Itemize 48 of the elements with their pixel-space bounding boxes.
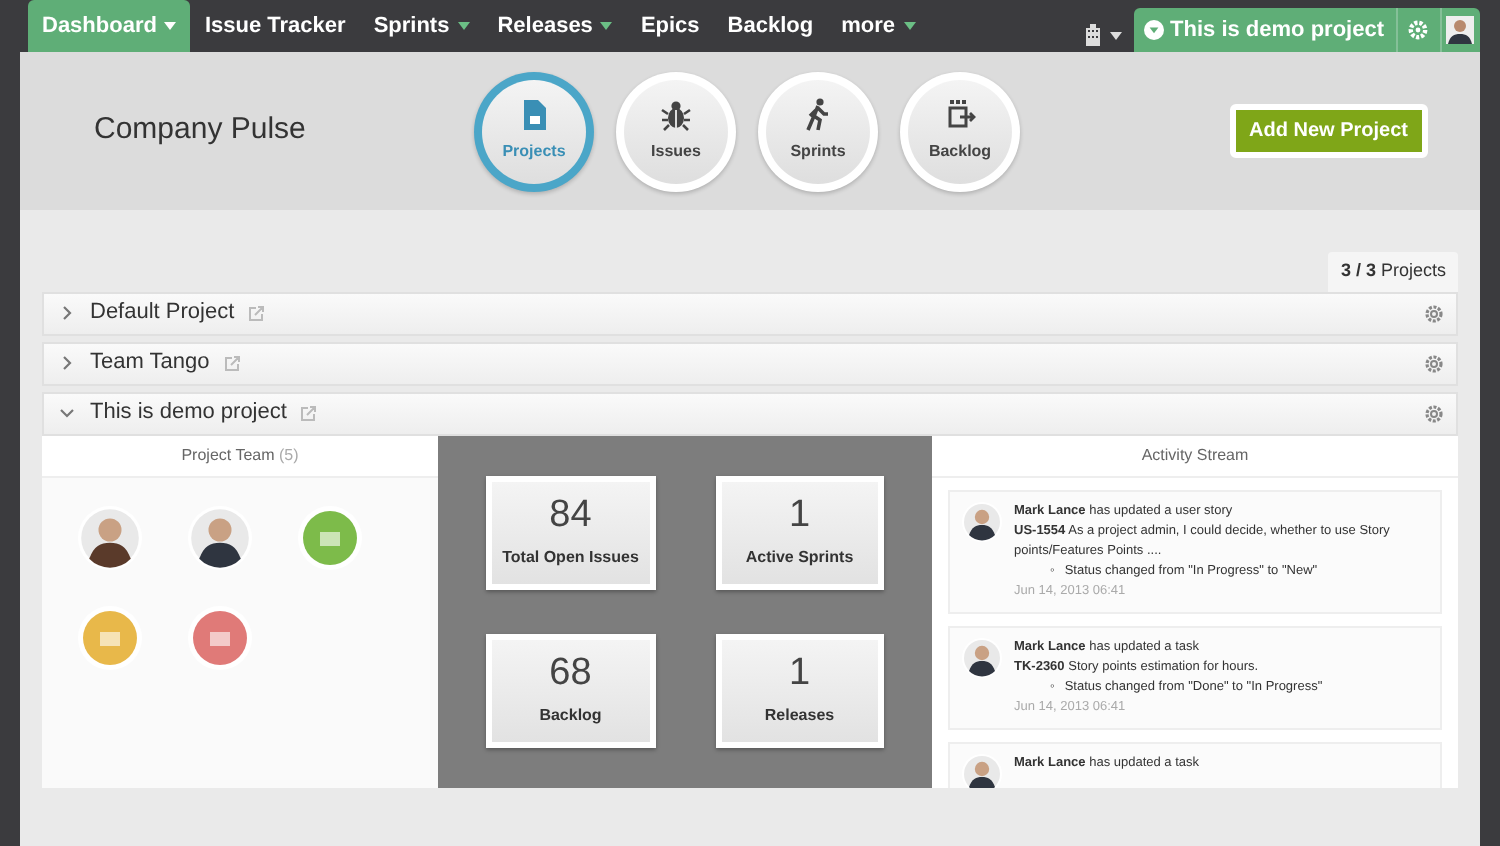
box-arrow-icon	[944, 98, 976, 132]
caret-icon	[903, 21, 915, 30]
nav-tab[interactable]: Releases	[483, 0, 627, 52]
building-icon	[1084, 24, 1103, 47]
module-button[interactable]: Sprints	[758, 71, 878, 191]
user-avatar	[962, 637, 1002, 678]
external-link-icon[interactable]	[300, 405, 317, 421]
stat-value: 68	[549, 652, 592, 698]
project-row[interactable]: This is demo project	[42, 391, 1458, 435]
stat-label: Total Open Issues	[502, 545, 639, 570]
settings-icon[interactable]	[1424, 403, 1444, 423]
user-avatar[interactable]	[1446, 16, 1475, 44]
nav-tab[interactable]: more	[827, 0, 929, 52]
nav-tab[interactable]: Epics	[626, 0, 714, 52]
module-button[interactable]: Backlog	[900, 71, 1020, 191]
project-row[interactable]: Team Tango	[42, 341, 1458, 385]
caret-icon	[600, 21, 613, 30]
nav-tab[interactable]: Backlog	[713, 0, 828, 52]
caret-icon	[164, 21, 177, 30]
document-icon	[518, 98, 550, 132]
chevron-icon	[60, 356, 74, 370]
project-row[interactable]: Default Project	[42, 291, 1458, 335]
organization-menu[interactable]	[1084, 24, 1123, 47]
stat-value: 1	[788, 652, 811, 698]
module-button[interactable]: Issues	[616, 71, 736, 191]
stat-label: Releases	[764, 703, 835, 728]
settings-icon[interactable]	[1424, 303, 1444, 323]
stat-value: 84	[549, 494, 592, 540]
caret-icon	[457, 21, 470, 30]
external-link-icon[interactable]	[248, 305, 265, 321]
settings-icon	[1408, 20, 1428, 40]
external-link-icon[interactable]	[223, 355, 240, 371]
nav-tab[interactable]: Issue Tracker	[190, 0, 360, 52]
caret-icon	[1110, 31, 1123, 40]
stat-label: Backlog	[539, 703, 602, 728]
chevron-icon	[60, 306, 74, 320]
bug-icon	[660, 98, 692, 132]
user-avatar	[962, 501, 1002, 541]
caret-icon	[1144, 20, 1165, 40]
nav-tab[interactable]: Sprints	[359, 0, 484, 52]
stat-value: 1	[788, 494, 811, 540]
walking-figure-icon	[802, 98, 834, 132]
settings-icon[interactable]	[1424, 353, 1444, 373]
page-title: Company Pulse	[94, 110, 308, 151]
chevron-icon	[60, 406, 74, 420]
stat-label: Active Sprints	[745, 545, 854, 570]
column-title: Project Team (5)	[42, 435, 438, 477]
project-count: 3 / 3 Projects	[1328, 252, 1458, 291]
